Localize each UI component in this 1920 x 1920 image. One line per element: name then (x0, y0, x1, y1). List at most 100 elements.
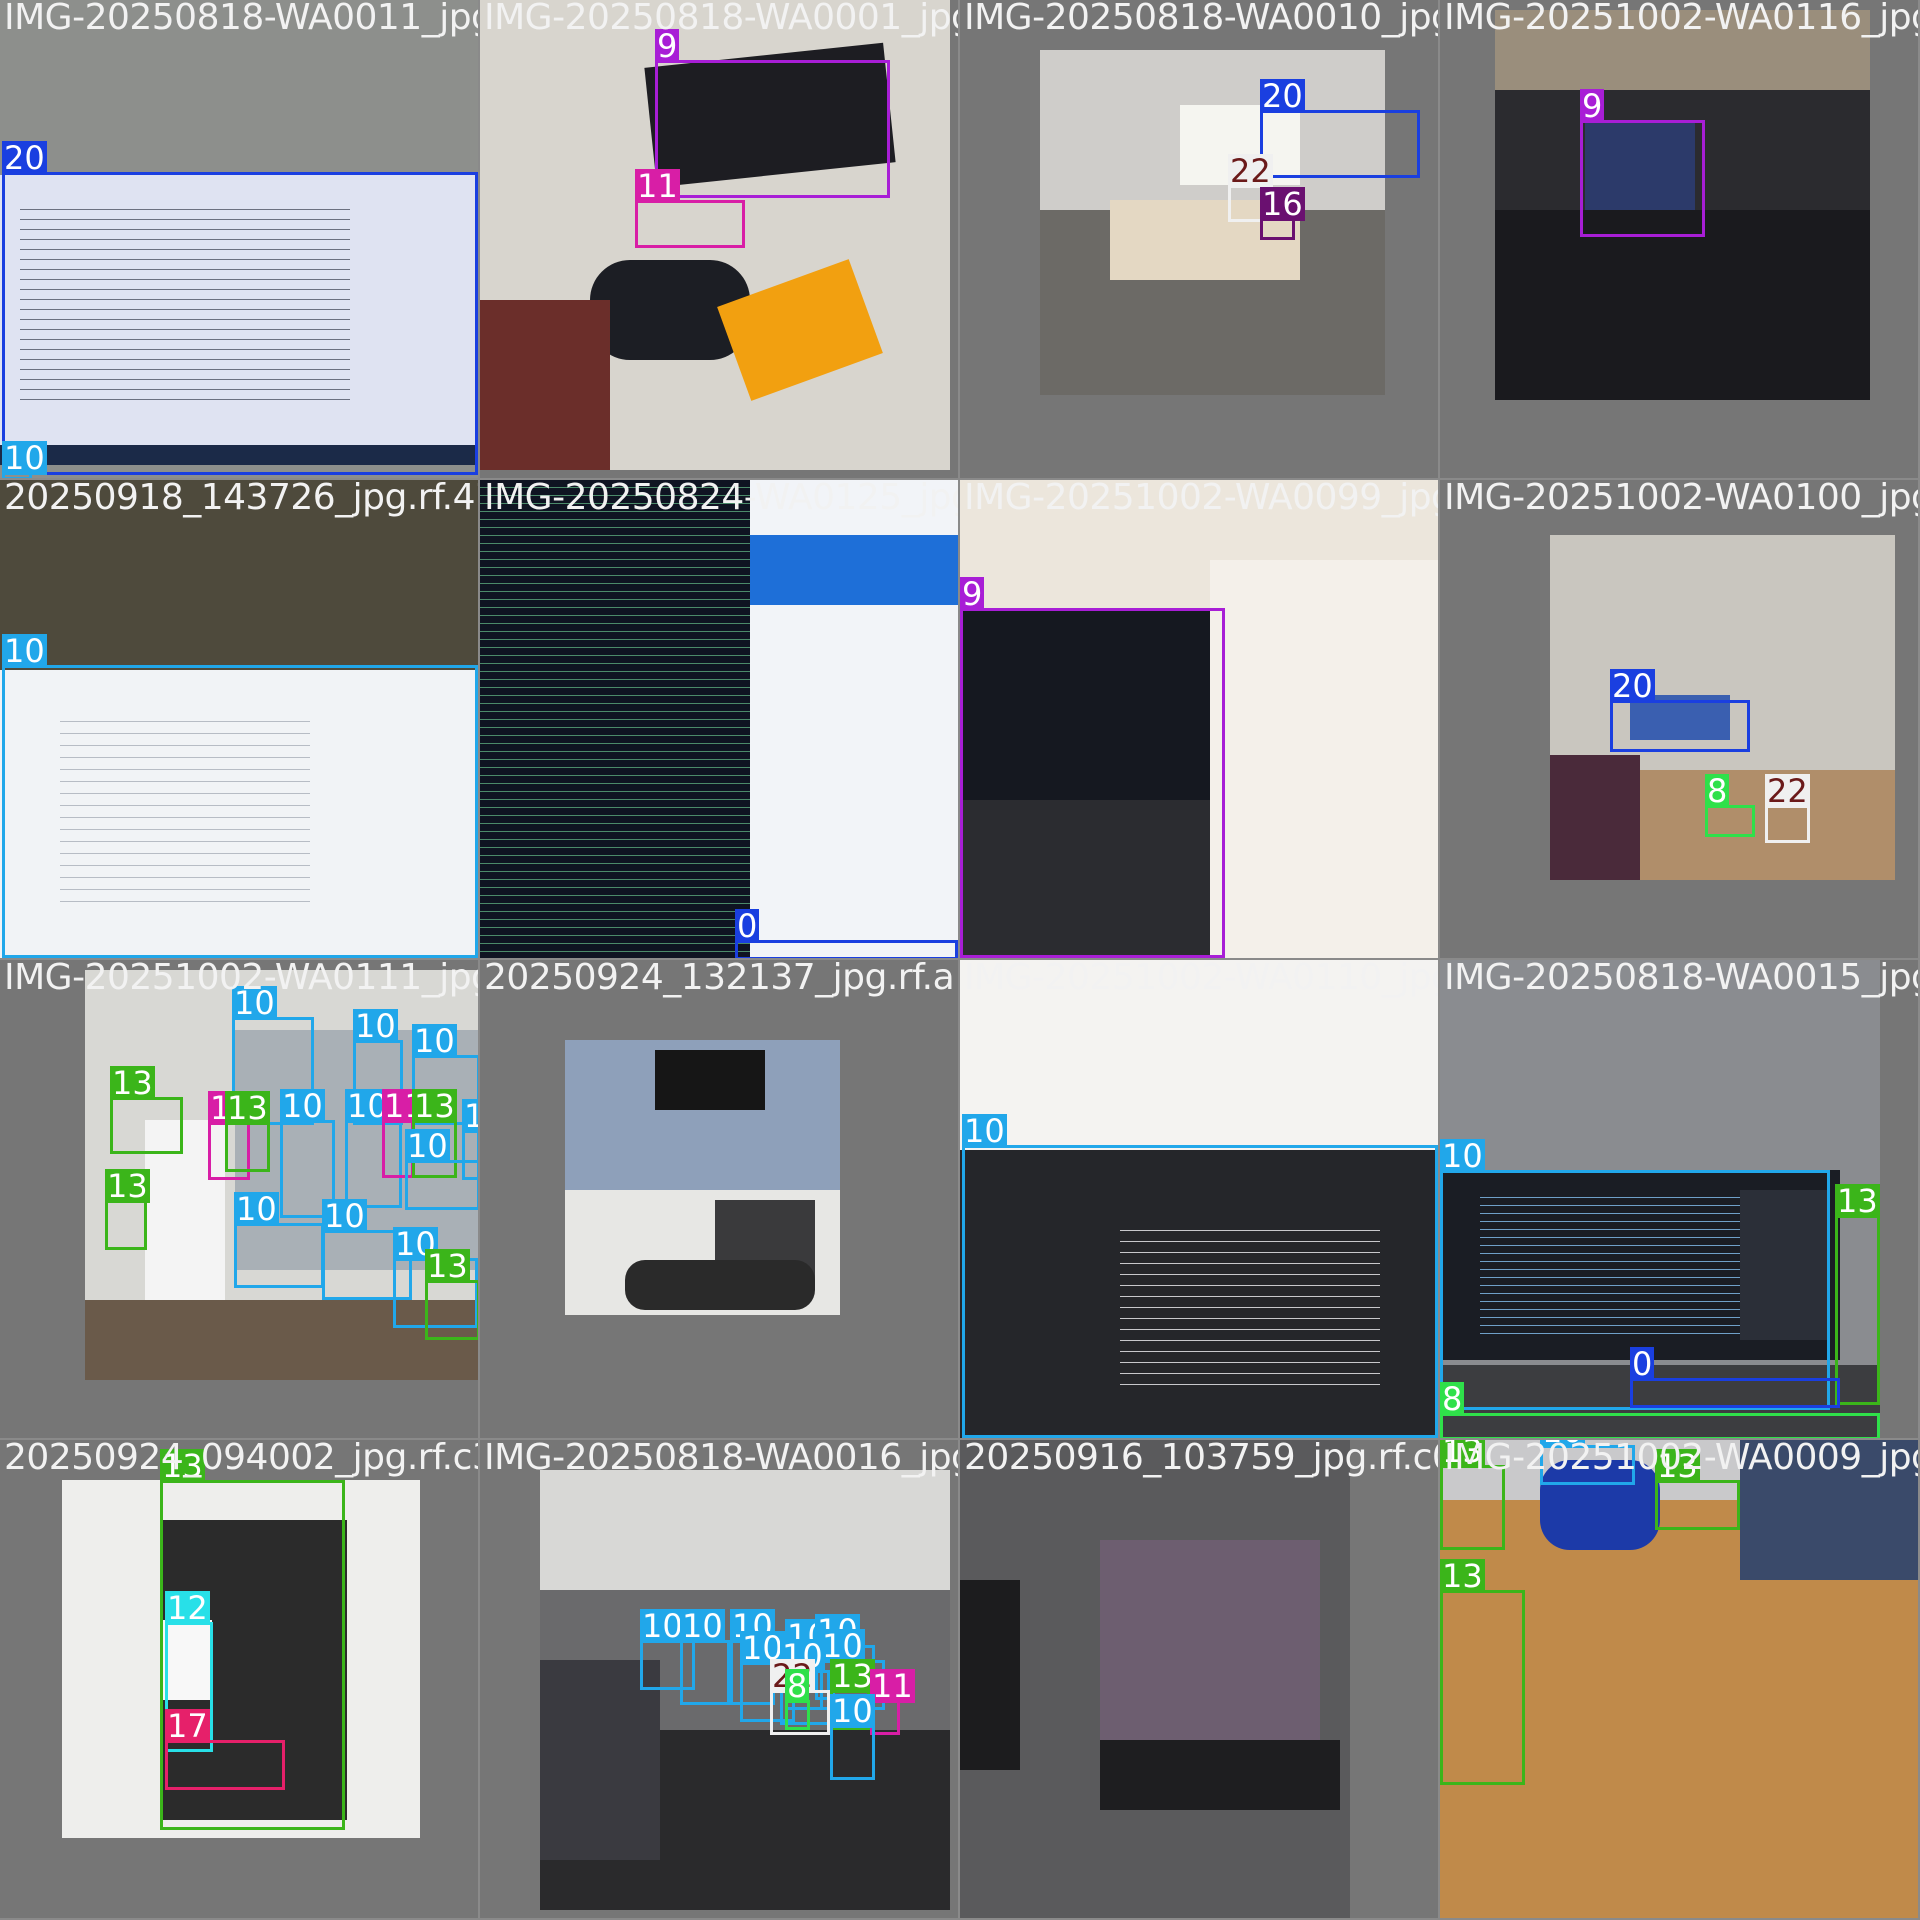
tile-filename: 20250924_132137_jpg.rf.a1 (484, 960, 960, 998)
detection-class-label: 10 (353, 1007, 398, 1045)
detection-class-label: 13 (1835, 1182, 1880, 1220)
detection-box: 10 (2, 634, 478, 958)
detection-class-label: 9 (1580, 87, 1605, 125)
detection-box: 10 (1540, 1440, 1635, 1485)
detection-box: 10 (962, 1114, 1438, 1438)
detection-class-label: 11 (870, 1667, 915, 1705)
detection-class-label: 10 (1540, 1440, 1585, 1448)
detection-box: 9 (655, 29, 890, 198)
detection-class-label: 8 (1705, 772, 1730, 810)
tile-photo (565, 1040, 840, 1315)
detection-class-label: 10 (830, 1692, 875, 1730)
detection-box: 17 (165, 1709, 285, 1790)
detection-class-label: 13 (425, 1247, 470, 1285)
detection-class-label: 10 (2, 632, 47, 670)
mosaic-tile: 1010101313111310101113101010101310IMG-20… (0, 960, 480, 1440)
detection-box: 10 (830, 1694, 875, 1780)
detection-box: 13 (225, 1091, 270, 1172)
detection-box: 13 (1440, 1440, 1505, 1550)
detection-class-label: 8 (785, 1667, 810, 1705)
detection-class-label: 10 (232, 984, 277, 1022)
mosaic-tile: 9 IMG-20251002-WA0116_jpg (1440, 0, 1920, 480)
mosaic-tile: 10 20250918_143726_jpg.rf.47 (0, 480, 480, 960)
detection-box: 0 (1630, 1347, 1840, 1408)
detection-class-label: 10 (2, 439, 47, 477)
detection-class-label: 0 (1630, 1345, 1655, 1383)
detection-class-label: 10 (962, 1112, 1007, 1150)
detection-class-label: 10 (412, 1022, 457, 1060)
tile-photo (480, 480, 958, 958)
detection-class-label: 10 (462, 1099, 478, 1133)
detection-box: 13 (1655, 1449, 1740, 1530)
tile-filename: 20250924_094002_jpg.rf.c3 (4, 1440, 480, 1478)
detection-box: 13 (425, 1249, 478, 1340)
detection-class-label: 13 (830, 1657, 875, 1695)
detection-class-label: 17 (165, 1707, 210, 1745)
mosaic-tile: 20 22 16 IMG-20250818-WA0010_jpg (960, 0, 1440, 480)
detection-class-label: 10 (640, 1607, 685, 1645)
detection-class-label: 13 (412, 1087, 457, 1125)
detection-class-label: 0 (735, 907, 760, 945)
mosaic-tile: 0 IMG-20250824-WA0125_jpg (480, 480, 960, 960)
detection-box: 11 (635, 169, 745, 248)
detection-mosaic-grid: 20 10 IMG-20250818-WA0011_jpg 9 11 IMG-202508… (0, 0, 1920, 1920)
mosaic-tile: 13 12 17 20250924_094002_jpg.rf.c3 (0, 1440, 480, 1920)
detection-class-label: 13 (225, 1089, 270, 1127)
tile-filename: IMG-20251002-WA0100_jpg (1444, 480, 1920, 518)
detection-class-label: 10 (1440, 1137, 1485, 1175)
detection-class-label: 10 (405, 1127, 450, 1165)
detection-box: 10 (462, 1099, 478, 1180)
detection-class-label: 10 (234, 1190, 279, 1228)
detection-class-label: 13 (1440, 1557, 1485, 1595)
detection-box: 13 (105, 1169, 150, 1250)
detection-class-label: 9 (960, 575, 985, 613)
mosaic-tile: 10 13 0 8 IMG-20250818-WA0015_jpg (1440, 960, 1920, 1440)
detection-box: 13 (1440, 1559, 1525, 1785)
mosaic-tile: 10 IMG-20251002-WA0110_jpg (960, 960, 1440, 1440)
detection-box: 22 (1765, 774, 1810, 843)
detection-box: 20 (1260, 79, 1420, 178)
mosaic-tile: 13101313IMG-20251002-WA0009_jpg (1440, 1440, 1920, 1920)
detection-box: 8 (1705, 774, 1755, 837)
detection-box: 22 (1228, 154, 1273, 222)
detection-box: 20 (2, 141, 478, 475)
mosaic-tile: 20 22 8 IMG-20251002-WA0100_jpg (1440, 480, 1920, 960)
detection-class-label: 13 (160, 1447, 205, 1485)
detection-box: 20 (1610, 669, 1750, 752)
detection-box: 10 (2, 441, 47, 478)
detection-box: 9 (1580, 89, 1705, 237)
detection-box: 16 (1260, 187, 1305, 240)
detection-class-label: 10 (280, 1087, 325, 1125)
tile-photo (1040, 50, 1385, 395)
detection-class-label: 13 (1440, 1440, 1485, 1468)
tile-photo (960, 1440, 1350, 1918)
detection-box: 10 (680, 1609, 730, 1705)
detection-class-label: 20 (1610, 667, 1655, 705)
mosaic-tile: 9 11 IMG-20250818-WA0001_jpg (480, 0, 960, 480)
detection-class-label: 13 (105, 1167, 150, 1205)
detection-box: 13 (110, 1066, 183, 1154)
detection-box: 0 (735, 909, 958, 958)
detection-class-label: 10 (680, 1607, 725, 1645)
detection-box: 9 (960, 577, 1225, 958)
detection-box: 8 (1440, 1382, 1880, 1438)
mosaic-tile: 1010101010101010221381110IMG-20250818-WA… (480, 1440, 960, 1920)
detection-class-label: 22 (1765, 772, 1810, 810)
detection-box: 8 (785, 1669, 810, 1730)
detection-class-label: 10 (322, 1197, 367, 1235)
mosaic-tile: 9 IMG-20251002-WA0099_jpg (960, 480, 1440, 960)
detection-class-label: 20 (2, 139, 47, 177)
mosaic-tile: 2013022720250924_132137_jpg.rf.a1 (480, 960, 960, 1440)
detection-class-label: 22 (1228, 152, 1273, 190)
tile-filename: IMG-20250818-WA0010_jpg (964, 0, 1440, 38)
detection-class-label: 9 (655, 27, 680, 65)
detection-class-label: 13 (110, 1064, 155, 1102)
detection-class-label: 20 (1260, 77, 1305, 115)
detection-class-label: 12 (165, 1589, 210, 1627)
mosaic-tile: 101013220000118820250916_103759_jpg.rf.c… (960, 1440, 1440, 1920)
detection-class-label: 13 (1655, 1447, 1700, 1485)
detection-box: 10 (234, 1192, 324, 1288)
detection-class-label: 8 (1440, 1380, 1465, 1418)
detection-box: 13 (1835, 1184, 1880, 1405)
mosaic-tile: 20 10 IMG-20250818-WA0011_jpg (0, 0, 480, 480)
